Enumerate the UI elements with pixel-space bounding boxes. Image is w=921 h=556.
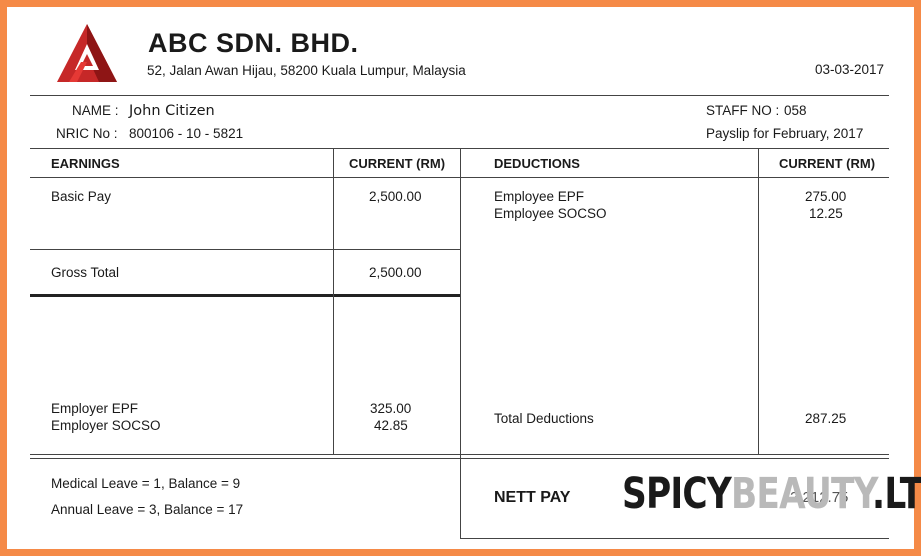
annual-leave: Annual Leave = 3, Balance = 17 bbox=[51, 502, 244, 517]
medical-leave: Medical Leave = 1, Balance = 9 bbox=[51, 476, 241, 491]
company-name: ABC SDN. BHD. bbox=[148, 28, 359, 58]
employee-socso-value: 12.25 bbox=[809, 206, 843, 221]
watermark-part-2: BEAUTY bbox=[730, 469, 873, 519]
nric-value: 800106 - 10 - 5821 bbox=[129, 126, 244, 141]
employer-epf-label: Employer EPF bbox=[51, 401, 139, 416]
deductions-header: DEDUCTIONS bbox=[494, 156, 580, 171]
header-divider bbox=[30, 95, 889, 96]
basic-pay-value: 2,500.00 bbox=[369, 189, 422, 204]
payslip-date: 03-03-2017 bbox=[815, 62, 885, 77]
nric-label: NRIC No : bbox=[56, 126, 118, 141]
deductions-column-divider bbox=[758, 148, 759, 454]
watermark: SPICYBEAUTY.LT bbox=[622, 473, 921, 516]
employee-socso-label: Employee SOCSO bbox=[494, 206, 607, 221]
company-logo-icon bbox=[57, 24, 117, 82]
gross-total-thick-rule bbox=[30, 294, 460, 297]
nett-pay-label: NETT PAY bbox=[494, 489, 571, 506]
employer-socso-label: Employer SOCSO bbox=[51, 418, 161, 433]
employee-epf-label: Employee EPF bbox=[494, 189, 585, 204]
name-label: NAME : bbox=[72, 103, 119, 118]
staff-no-label: STAFF NO : bbox=[706, 103, 780, 118]
basic-pay-label: Basic Pay bbox=[51, 189, 112, 204]
earnings-current-header: CURRENT (RM) bbox=[349, 156, 446, 171]
total-deductions-value: 287.25 bbox=[805, 411, 847, 426]
earnings-column-divider bbox=[333, 148, 334, 454]
employee-epf-value: 275.00 bbox=[805, 189, 847, 204]
staff-no-value: 058 bbox=[784, 103, 807, 118]
deductions-current-header: CURRENT (RM) bbox=[779, 156, 876, 171]
total-deductions-label: Total Deductions bbox=[494, 411, 594, 426]
company-address: 52, Jalan Awan Hijau, 58200 Kuala Lumpur… bbox=[147, 63, 466, 78]
watermark-part-1: SPICY bbox=[622, 469, 732, 519]
section-divider bbox=[460, 148, 461, 538]
employer-socso-value: 42.85 bbox=[374, 418, 408, 433]
footer-bottom-border bbox=[460, 538, 889, 539]
basic-pay-divider bbox=[30, 249, 460, 250]
employer-epf-value: 325.00 bbox=[370, 401, 412, 416]
earnings-header: EARNINGS bbox=[51, 156, 120, 171]
gross-total-value: 2,500.00 bbox=[369, 265, 422, 280]
watermark-part-3: .LT bbox=[872, 469, 921, 519]
payslip-period: Payslip for February, 2017 bbox=[706, 126, 864, 141]
employee-name: John Citizen bbox=[129, 103, 215, 119]
gross-total-label: Gross Total bbox=[51, 265, 120, 280]
